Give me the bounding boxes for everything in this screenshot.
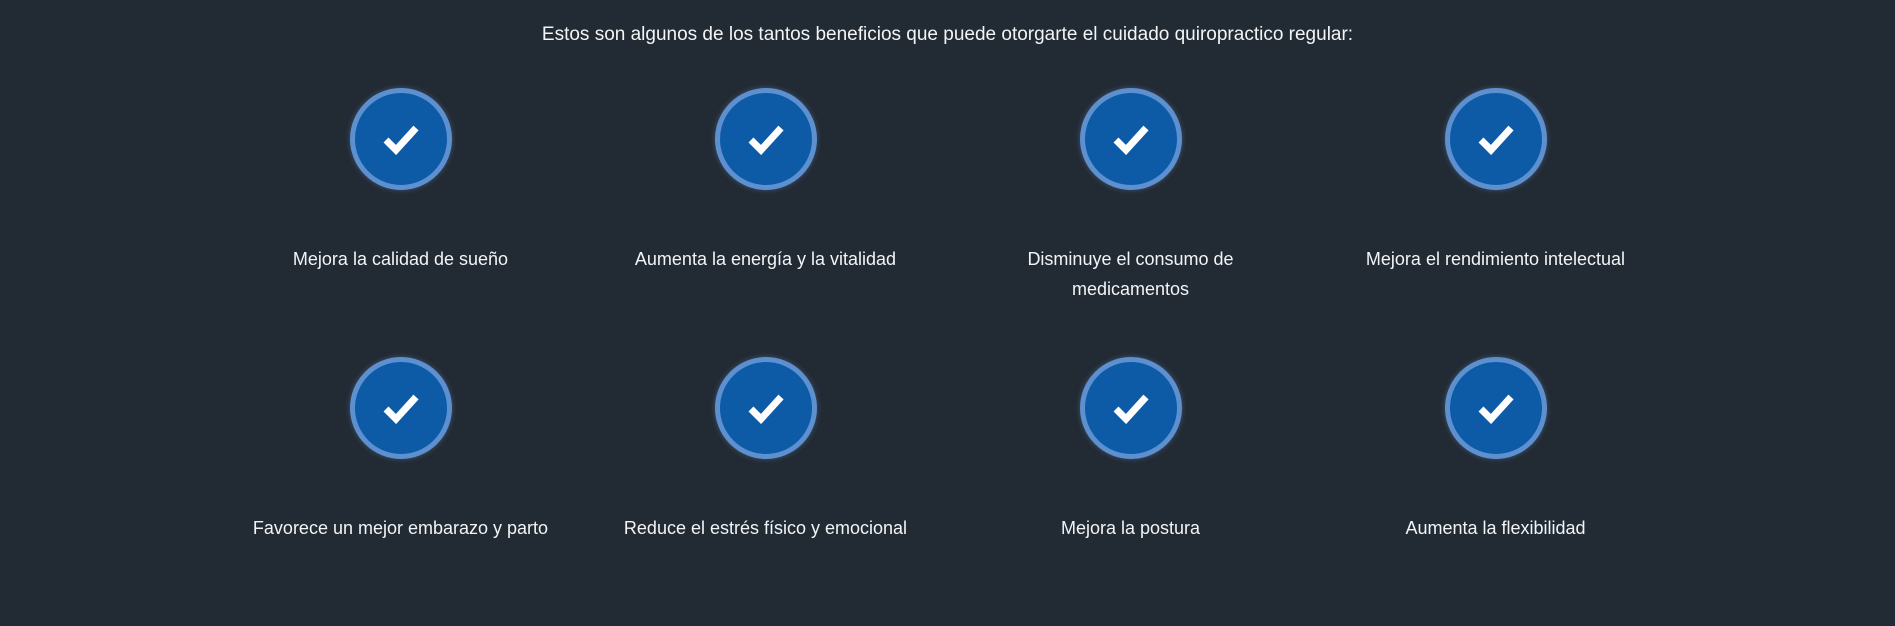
benefit-label: Aumenta la flexibilidad: [1405, 518, 1586, 538]
check-icon: [349, 88, 452, 190]
check-icon: [1079, 357, 1182, 459]
benefit-label: Aumenta la energía y la vitalidad: [634, 249, 897, 269]
benefit-item: Mejora la calidad de sueño: [218, 88, 583, 357]
benefit-item: Favorece un mejor embarazo y parto: [218, 357, 583, 626]
benefit-label: Disminuye el consumo de medicamentos: [1027, 249, 1234, 299]
check-icon: [349, 357, 452, 459]
benefit-item: Disminuye el consumo de medicamentos: [948, 88, 1313, 357]
benefits-grid: Mejora la calidad de sueño Aumenta la en…: [218, 88, 1678, 626]
benefit-label: Mejora el rendimiento intelectual: [1365, 249, 1626, 269]
benefit-item: Reduce el estrés físico y emocional: [583, 357, 948, 626]
benefit-label: Reduce el estrés físico y emocional: [623, 518, 908, 538]
check-icon: [1079, 88, 1182, 190]
benefits-intro-text: Estos son algunos de los tantos benefici…: [541, 24, 1354, 45]
benefit-label: Favorece un mejor embarazo y parto: [252, 518, 549, 538]
benefit-item: Mejora la postura: [948, 357, 1313, 626]
check-icon: [714, 357, 817, 459]
benefit-label: Mejora la calidad de sueño: [292, 249, 509, 269]
benefit-item: Mejora el rendimiento intelectual: [1313, 88, 1678, 357]
check-icon: [1444, 357, 1547, 459]
benefit-item: Aumenta la flexibilidad: [1313, 357, 1678, 626]
benefit-label: Mejora la postura: [1060, 518, 1201, 538]
check-icon: [1444, 88, 1547, 190]
check-icon: [714, 88, 817, 190]
benefit-item: Aumenta la energía y la vitalidad: [583, 88, 948, 357]
